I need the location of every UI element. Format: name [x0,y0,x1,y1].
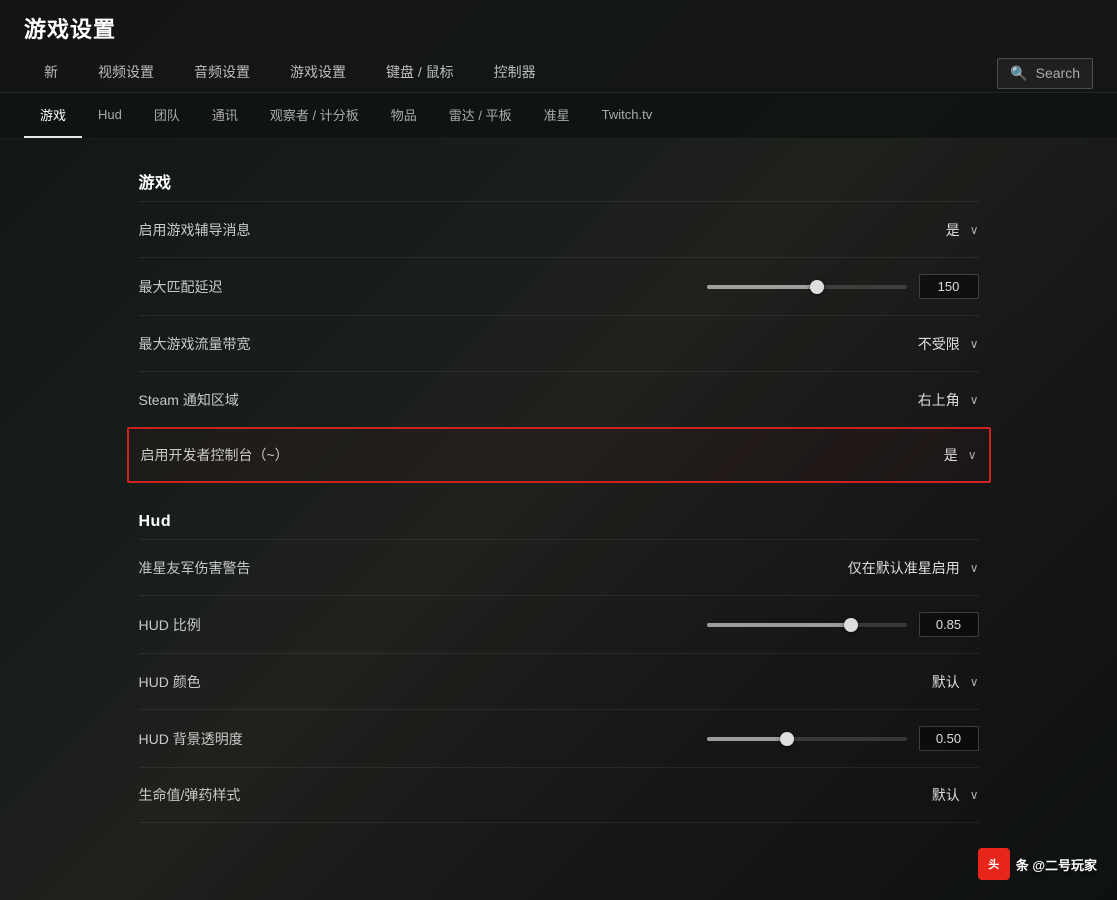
slider-track-transparency [707,737,907,741]
slider-thumb-transparency[interactable] [780,732,794,746]
value-developer-console[interactable]: 是 ∨ [897,445,977,465]
slider-value-transparency[interactable]: 0.50 [919,726,979,751]
value-steam-notification[interactable]: 右上角 ∨ [899,390,979,410]
value-crosshair-warning[interactable]: 仅在默认准星启用 ∨ [848,558,979,578]
sub-nav-hud[interactable]: Hud [82,95,138,136]
sub-nav-team[interactable]: 团队 [138,93,196,138]
chevron-down-icon: ∨ [968,448,977,462]
slider-hud-transparency[interactable]: 0.50 [707,726,979,751]
chevron-down-icon: ∨ [970,337,979,351]
slider-max-delay[interactable]: 150 [707,274,979,299]
slider-value-hud[interactable]: 0.85 [919,612,979,637]
value-health-ammo[interactable]: 默认 ∨ [899,785,979,805]
nav-bar: 新 视频设置 音频设置 游戏设置 键盘 / 鼠标 控制器 🔍 Search [24,54,1093,92]
slider-thumb-hud[interactable] [844,618,858,632]
slider-thumb[interactable] [810,280,824,294]
game-section-header: 游戏 [139,169,979,193]
nav-item-game[interactable]: 游戏设置 [270,54,366,92]
row-developer-console: 启用开发者控制台（~） 是 ∨ [127,427,991,483]
chevron-down-icon: ∨ [970,393,979,407]
label-crosshair-warning: 准星友军伤害警告 [139,558,848,578]
row-max-delay: 最大匹配延迟 150 [139,257,979,315]
label-steam-notification: Steam 通知区域 [139,390,899,410]
sub-nav-items[interactable]: 物品 [375,93,433,138]
label-hud-color: HUD 颜色 [139,672,899,692]
row-health-ammo: 生命值/弹药样式 默认 ∨ [139,767,979,823]
header: 游戏设置 新 视频设置 音频设置 游戏设置 键盘 / 鼠标 控制器 🔍 Sear… [0,0,1117,93]
row-hud-color: HUD 颜色 默认 ∨ [139,653,979,709]
nav-item-keyboard[interactable]: 键盘 / 鼠标 [366,54,474,92]
label-health-ammo: 生命值/弹药样式 [139,785,899,805]
nav-item-controller[interactable]: 控制器 [474,54,556,92]
nav-item-video[interactable]: 视频设置 [78,54,174,92]
row-crosshair-warning: 准星友军伤害警告 仅在默认准星启用 ∨ [139,539,979,595]
content-area: 游戏 启用游戏辅导消息 是 ∨ 最大匹配延迟 150 [0,139,1117,900]
sub-nav-game[interactable]: 游戏 [24,93,82,138]
value-game-assistant[interactable]: 是 ∨ [899,220,979,240]
sub-nav-radar[interactable]: 雷达 / 平板 [433,93,528,138]
label-bandwidth: 最大游戏流量带宽 [139,334,899,354]
chevron-down-icon: ∨ [970,561,979,575]
slider-track [707,285,907,289]
label-hud-scale: HUD 比例 [139,615,707,635]
search-bar[interactable]: 🔍 Search [997,58,1093,89]
row-bandwidth: 最大游戏流量带宽 不受限 ∨ [139,315,979,371]
slider-fill [707,285,817,289]
label-game-assistant: 启用游戏辅导消息 [139,220,899,240]
slider-fill-hud [707,623,851,627]
row-steam-notification: Steam 通知区域 右上角 ∨ [139,371,979,427]
sub-nav-crosshair[interactable]: 准星 [528,93,586,138]
row-game-assistant: 启用游戏辅导消息 是 ∨ [139,201,979,257]
sub-nav-observer[interactable]: 观察者 / 计分板 [254,93,375,138]
label-max-delay: 最大匹配延迟 [139,277,707,297]
watermark: 头 条 @二号玩家 [978,848,1097,880]
value-hud-color[interactable]: 默认 ∨ [899,672,979,692]
sub-nav-twitch[interactable]: Twitch.tv [586,95,669,136]
app-title: 游戏设置 [24,12,1093,44]
row-hud-scale: HUD 比例 0.85 [139,595,979,653]
slider-track-hud [707,623,907,627]
nav-item-new[interactable]: 新 [24,54,78,92]
slider-fill-transparency [707,737,787,741]
nav-item-audio[interactable]: 音频设置 [174,54,270,92]
slider-value-delay[interactable]: 150 [919,274,979,299]
sub-nav: 游戏 Hud 团队 通讯 观察者 / 计分板 物品 雷达 / 平板 准星 Twi… [0,93,1117,139]
sub-nav-comms[interactable]: 通讯 [196,93,254,138]
label-developer-console: 启用开发者控制台（~） [141,445,897,465]
chevron-down-icon: ∨ [970,675,979,689]
label-hud-transparency: HUD 背景透明度 [139,729,707,749]
hud-section-header: Hud [139,513,979,531]
search-icon: 🔍 [1010,65,1027,82]
row-hud-transparency: HUD 背景透明度 0.50 [139,709,979,767]
slider-hud-scale[interactable]: 0.85 [707,612,979,637]
chevron-down-icon: ∨ [970,788,979,802]
chevron-down-icon: ∨ [970,223,979,237]
watermark-text: 条 @二号玩家 [1016,855,1097,874]
watermark-icon: 头 [978,848,1010,880]
search-label: Search [1036,65,1080,81]
settings-container: 游戏 启用游戏辅导消息 是 ∨ 最大匹配延迟 150 [79,169,1039,823]
value-bandwidth[interactable]: 不受限 ∨ [899,334,979,354]
app-container: 游戏设置 新 视频设置 音频设置 游戏设置 键盘 / 鼠标 控制器 🔍 Sear… [0,0,1117,900]
